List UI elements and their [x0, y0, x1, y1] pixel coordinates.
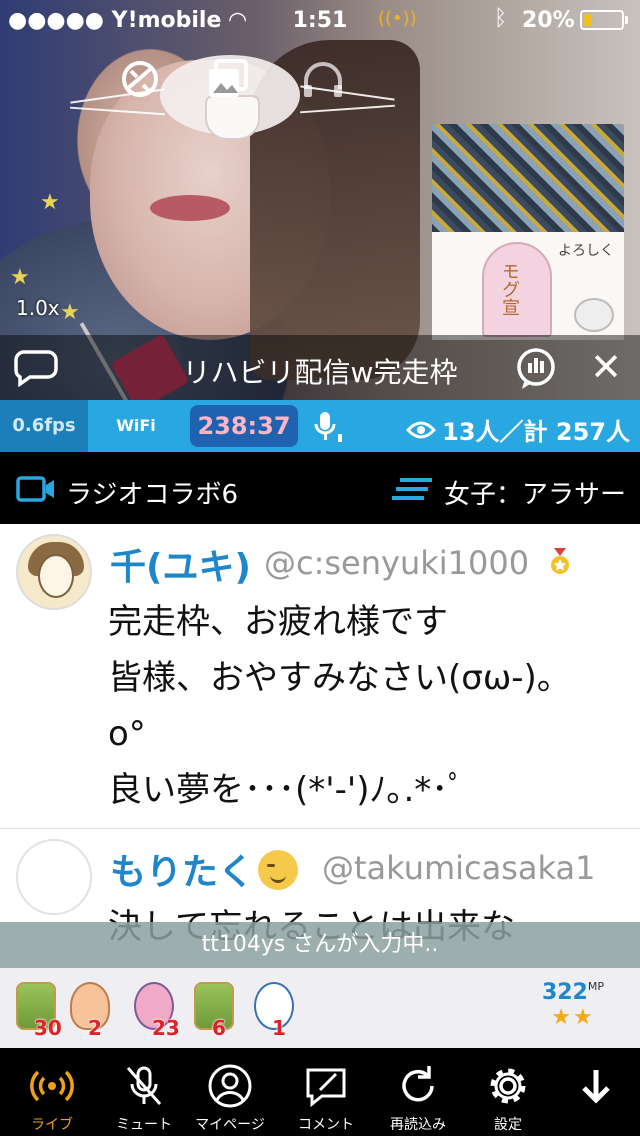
down-arrow-icon: [574, 1064, 618, 1108]
tab-scroll-down[interactable]: [556, 1048, 636, 1136]
comment-text: 完走枠、お疲れ様です 皆様、おやすみなさい(σω-)。 o° 良い夢を･･･(*…: [108, 594, 628, 818]
tab-label: 再読込み: [390, 1117, 446, 1133]
gift-count: 1: [272, 1016, 286, 1040]
thumbnail-text: よろしく: [558, 243, 614, 259]
tab-mypage[interactable]: マイページ: [190, 1048, 270, 1136]
settings-gear-icon: [486, 1064, 530, 1108]
battery-fill: [584, 14, 591, 26]
battery-icon: [580, 10, 628, 30]
mp-score: 322MP ★★: [542, 980, 604, 1030]
bottom-tab-bar: ライブ ミュート マイページ コメント 再読込み 設定: [0, 1048, 640, 1136]
medal-icon: [548, 548, 572, 576]
gift-bear[interactable]: 23: [132, 978, 192, 1040]
broadcast-stats-bar: 0.6fps WiFi 238:37 13人／計 257人: [0, 400, 640, 452]
video-camera-icon: [16, 476, 56, 502]
stats-bubble-icon[interactable]: [514, 347, 558, 391]
collab-call-icon[interactable]: [115, 55, 165, 105]
gift-tea[interactable]: 30: [14, 978, 74, 1040]
typing-indicator: tt104ys さんが入力中..: [0, 922, 640, 968]
gift-tea-10[interactable]: 6: [192, 978, 252, 1040]
live-broadcast-icon: [30, 1064, 74, 1108]
streamer-lips: [150, 195, 230, 221]
gift-count: 6: [212, 1016, 226, 1040]
live-indicator-icon: ((•)): [378, 8, 417, 29]
tab-label: ライブ: [31, 1117, 73, 1133]
avatar[interactable]: [16, 534, 92, 610]
tab-label: 設定: [494, 1117, 522, 1133]
thumbnail-cat: [574, 298, 614, 332]
network-indicator: WiFi: [116, 416, 156, 435]
close-icon[interactable]: ✕: [586, 345, 626, 389]
stream-category[interactable]: ラジオコラボ6: [66, 474, 238, 511]
comment-handle: @takumicasaka1: [322, 849, 596, 887]
comment-line: 良い夢を･･･(*'-')ﾉ｡.*･ﾟ: [108, 770, 466, 810]
comment-line: 完走枠、お疲れ様です: [108, 602, 448, 642]
profile-icon: [208, 1064, 252, 1108]
tab-comment[interactable]: コメント: [286, 1048, 366, 1136]
avatar[interactable]: [16, 839, 92, 915]
tab-live[interactable]: ライブ: [12, 1048, 92, 1136]
thumbnail-sticker: モグ宣 よろしく: [432, 232, 624, 340]
gift-count: 2: [88, 1016, 102, 1040]
category-bar: ラジオコラボ6 女子：アラサー: [0, 452, 640, 524]
live-video[interactable]: ★ ★ ★ ★ モグ宣 よろしく: [0, 0, 640, 400]
comment-handle: @c:senyuki1000: [264, 544, 530, 582]
tab-label: マイページ: [195, 1117, 265, 1133]
comment-list[interactable]: 千(ユキ) @c:senyuki1000 完走枠、お疲れ様です 皆様、おやすみな…: [0, 524, 640, 968]
background-star: ★: [10, 265, 30, 290]
eye-icon: [406, 421, 437, 438]
background-star: ★: [40, 190, 60, 215]
comment-item[interactable]: 千(ユキ) @c:senyuki1000 完走枠、お疲れ様です 皆様、おやすみな…: [0, 524, 640, 829]
avatar-face: [38, 554, 74, 598]
headphones-icon[interactable]: [298, 55, 348, 105]
battery-percent: 20%: [522, 8, 575, 33]
gift-clap[interactable]: 2: [68, 978, 128, 1040]
tab-settings[interactable]: 設定: [468, 1048, 548, 1136]
level-stars: ★★: [551, 1005, 595, 1030]
comment-author[interactable]: もりたく: [110, 843, 299, 895]
thumbnail-artwork: [432, 124, 624, 232]
gift-bar: 30 2 23 6 1 322MP ★★: [0, 968, 640, 1048]
comment-line: 皆様、おやすみなさい(σω-)。: [108, 658, 571, 698]
tab-label: ミュート: [116, 1117, 172, 1133]
mute-mic-icon: [122, 1064, 166, 1108]
thumbnail-badge-text: モグ宣: [499, 262, 520, 316]
bluetooth-icon: ᛒ: [494, 6, 508, 31]
gift-count: 30: [34, 1016, 62, 1040]
collab-thumbnail[interactable]: モグ宣 よろしく: [432, 124, 624, 340]
ios-status-bar: ●●●●● Y!mobile ◠ 1:51 ((•)) ᛒ 20%: [0, 0, 640, 40]
mp-unit: MP: [587, 980, 604, 993]
zoom-level: 1.0x: [16, 296, 60, 320]
thumbnail-badge: モグ宣: [482, 242, 552, 337]
comment-author[interactable]: 千(ユキ): [110, 538, 251, 590]
gift-bird[interactable]: 1: [252, 978, 312, 1040]
tab-mute[interactable]: ミュート: [104, 1048, 184, 1136]
viewer-count-text: 13人／計 257人: [442, 418, 630, 446]
comment-edit-icon: [304, 1064, 348, 1108]
viewer-count: 13人／計 257人: [406, 412, 630, 447]
stream-title-bar: リハビリ配信w完走枠 ✕: [0, 335, 640, 400]
tab-label: コメント: [298, 1117, 354, 1133]
video-overlay-icons: [0, 55, 640, 105]
app-root: ★ ★ ★ ★ モグ宣 よろしく: [0, 0, 640, 1136]
fps-indicator: 0.6fps: [0, 400, 88, 452]
gift-count: 23: [152, 1016, 180, 1040]
background-star: ★: [60, 300, 80, 325]
stream-genre-tag[interactable]: 女子：アラサー: [444, 474, 626, 511]
smirk-emoji-icon: [258, 850, 299, 890]
image-share-icon[interactable]: [203, 55, 253, 105]
genre-list-icon: [392, 476, 434, 502]
reload-icon: [396, 1064, 440, 1108]
broadcast-timer: 238:37: [190, 405, 298, 447]
tab-reload[interactable]: 再読込み: [378, 1048, 458, 1136]
mp-value: 322: [541, 980, 588, 1005]
mic-level-icon[interactable]: [308, 408, 344, 444]
comment-line: o°: [108, 714, 146, 754]
